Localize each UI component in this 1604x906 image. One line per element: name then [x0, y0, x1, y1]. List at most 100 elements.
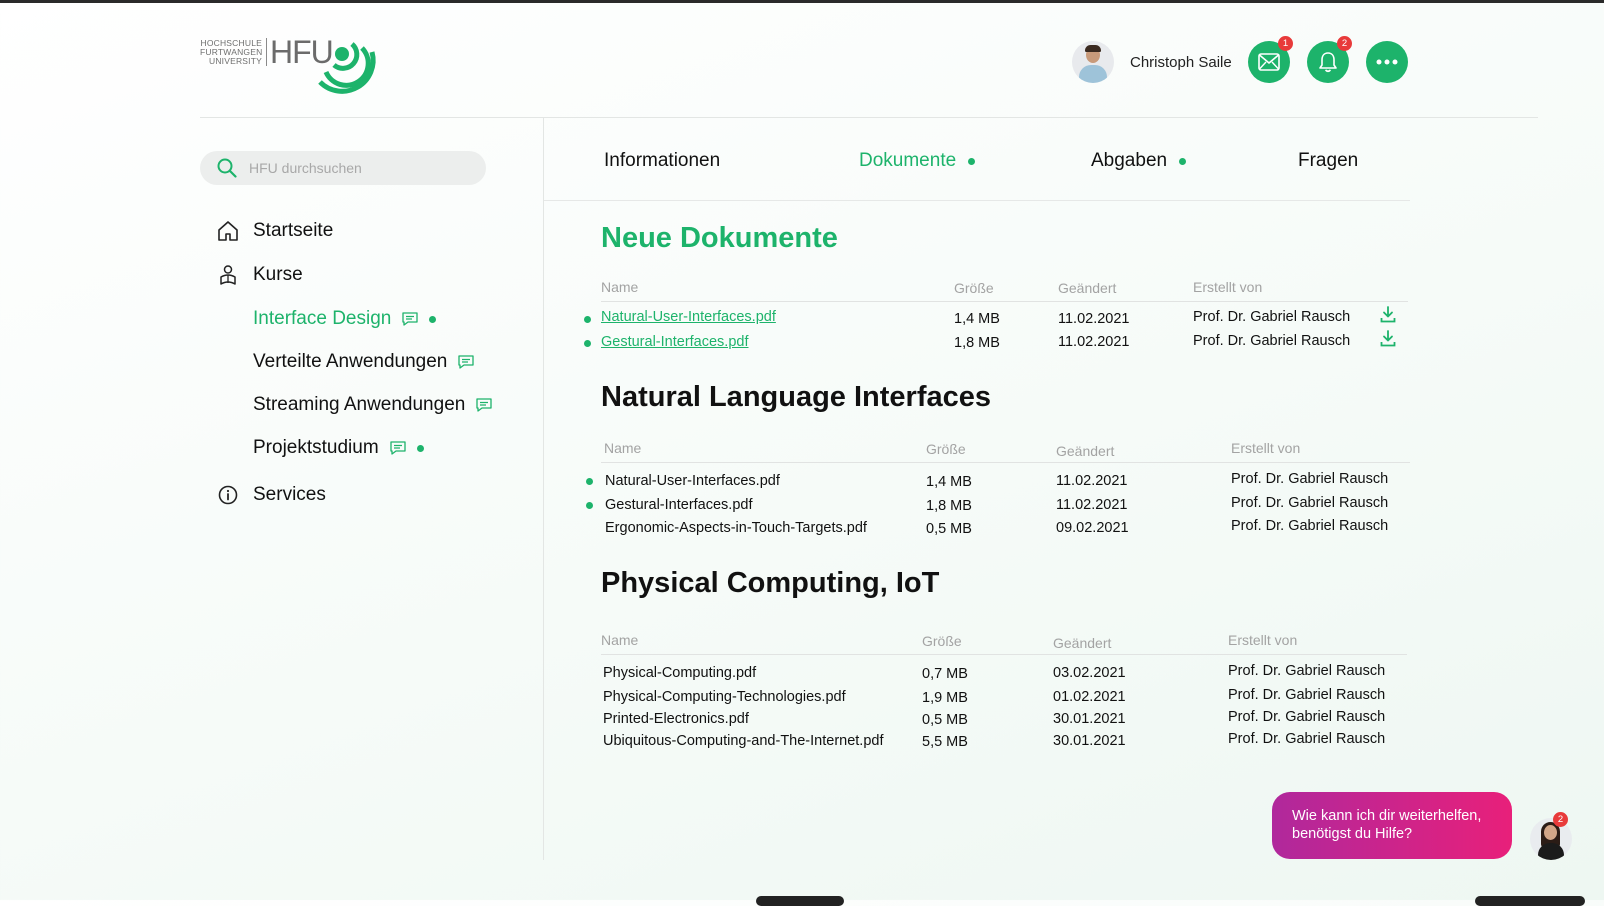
- search-bar[interactable]: [200, 151, 486, 185]
- new-indicator-dot: [584, 340, 591, 347]
- more-icon: [1376, 59, 1398, 65]
- courses-icon: [220, 265, 236, 285]
- new-indicator-dot: [584, 316, 591, 323]
- course-verteilte-anwendungen[interactable]: Verteilte Anwendungen: [253, 351, 475, 373]
- logo-arc-icon: [318, 42, 376, 94]
- notifications-button[interactable]: 2: [1307, 36, 1352, 83]
- file-changed: 01.02.2021: [1053, 689, 1126, 705]
- tab-abgaben[interactable]: Abgaben: [1091, 150, 1187, 172]
- tabs-divider: [544, 200, 1410, 201]
- user-avatar[interactable]: [1072, 41, 1114, 83]
- bell-icon: [1319, 52, 1337, 73]
- assistant-badge: 2: [1553, 812, 1568, 827]
- file-author: Prof. Dr. Gabriel Rausch: [1228, 709, 1386, 725]
- tab-label: Dokumente: [859, 150, 957, 171]
- file-size: 1,4 MB: [954, 311, 1000, 327]
- file-name[interactable]: Gestural-Interfaces.pdf: [605, 497, 753, 513]
- file-size: 1,4 MB: [926, 474, 972, 490]
- table-header-divider: [601, 462, 1410, 463]
- download-icon[interactable]: [1380, 306, 1396, 323]
- home-icon: [218, 221, 238, 241]
- sidebar-item-label: Startseite: [253, 220, 334, 241]
- file-changed: 30.01.2021: [1053, 733, 1126, 749]
- file-link[interactable]: Natural-User-Interfaces.pdf: [601, 309, 776, 325]
- course-interface-design[interactable]: Interface Design: [253, 308, 437, 330]
- new-indicator-dot: [1179, 157, 1187, 165]
- chat-icon[interactable]: [457, 354, 475, 370]
- logo-university-text: HOCHSCHULE FURTWANGEN UNIVERSITY: [200, 39, 262, 66]
- file-size: 1,8 MB: [954, 335, 1000, 351]
- logo-line-3: UNIVERSITY: [208, 56, 262, 66]
- more-button[interactable]: [1366, 41, 1408, 83]
- section-title-natural-language-interfaces: Natural Language Interfaces: [601, 381, 991, 413]
- assistant-message-bubble[interactable]: Wie kann ich dir weiterhelfen, benötigst…: [1272, 792, 1512, 859]
- column-header-changed[interactable]: Geändert: [1053, 635, 1111, 651]
- file-author: Prof. Dr. Gabriel Rausch: [1193, 309, 1351, 325]
- file-changed: 30.01.2021: [1053, 711, 1126, 727]
- course-label: Streaming Anwendungen: [253, 394, 466, 415]
- column-header-size[interactable]: Größe: [954, 280, 994, 296]
- sidebar-item-kurse[interactable]: Kurse: [220, 264, 303, 286]
- file-name[interactable]: Physical-Computing-Technologies.pdf: [603, 689, 846, 705]
- bell-badge: 2: [1337, 36, 1352, 51]
- new-indicator-dot: [416, 444, 424, 452]
- file-author: Prof. Dr. Gabriel Rausch: [1231, 518, 1389, 534]
- new-indicator-dot: [968, 157, 976, 165]
- column-header-size[interactable]: Größe: [926, 441, 966, 457]
- section-title-physical-computing: Physical Computing, IoT: [601, 567, 940, 599]
- chat-icon[interactable]: [475, 397, 493, 413]
- bottom-edge-shape: [1475, 896, 1585, 906]
- sidebar-item-startseite[interactable]: Startseite: [218, 220, 334, 242]
- file-changed: 09.02.2021: [1056, 520, 1129, 536]
- download-icon[interactable]: [1380, 330, 1396, 347]
- search-input[interactable]: [247, 159, 471, 177]
- mail-icon: [1258, 53, 1280, 71]
- file-name[interactable]: Physical-Computing.pdf: [603, 665, 756, 681]
- bottom-edge-shape: [756, 896, 844, 906]
- file-author: Prof. Dr. Gabriel Rausch: [1231, 495, 1389, 511]
- user-profile[interactable]: Christoph Saile: [1072, 41, 1232, 83]
- file-size: 1,8 MB: [926, 498, 972, 514]
- new-indicator-dot: [429, 315, 437, 323]
- file-name[interactable]: Ergonomic-Aspects-in-Touch-Targets.pdf: [605, 520, 867, 536]
- tab-dokumente[interactable]: Dokumente: [859, 150, 976, 172]
- hfu-logo[interactable]: HOCHSCHULE FURTWANGEN UNIVERSITY HFU: [200, 30, 390, 102]
- file-changed: 03.02.2021: [1053, 665, 1126, 681]
- sidebar-item-services[interactable]: Services: [218, 484, 326, 506]
- messages-button[interactable]: 1: [1248, 36, 1293, 83]
- assistant-message-line: Wie kann ich dir weiterhelfen,: [1292, 808, 1482, 824]
- file-changed: 11.02.2021: [1056, 473, 1128, 489]
- file-author: Prof. Dr. Gabriel Rausch: [1228, 663, 1386, 679]
- file-size: 5,5 MB: [922, 734, 968, 750]
- info-icon: [218, 485, 238, 505]
- sidebar-divider: [543, 118, 544, 860]
- file-name[interactable]: Printed-Electronics.pdf: [603, 711, 749, 727]
- assistant-message-line: benötigst du Hilfe?: [1292, 825, 1413, 842]
- column-header-author[interactable]: Erstellt von: [1231, 440, 1300, 456]
- tab-label: Abgaben: [1091, 150, 1168, 171]
- file-name[interactable]: Natural-User-Interfaces.pdf: [605, 473, 780, 489]
- file-size: 0,5 MB: [922, 712, 968, 728]
- column-header-changed[interactable]: Geändert: [1056, 443, 1114, 459]
- tab-fragen[interactable]: Fragen: [1298, 150, 1358, 172]
- chat-icon[interactable]: [401, 311, 419, 327]
- file-name[interactable]: Ubiquitous-Computing-and-The-Internet.pd…: [603, 733, 883, 749]
- column-header-name[interactable]: Name: [601, 632, 638, 648]
- column-header-size[interactable]: Größe: [922, 633, 962, 649]
- column-header-name[interactable]: Name: [604, 440, 641, 456]
- search-icon: [217, 158, 237, 178]
- table-header-divider: [601, 654, 1407, 655]
- column-header-author[interactable]: Erstellt von: [1193, 279, 1262, 295]
- file-author: Prof. Dr. Gabriel Rausch: [1228, 687, 1386, 703]
- file-changed: 11.02.2021: [1058, 334, 1130, 350]
- column-header-changed[interactable]: Geändert: [1058, 280, 1116, 296]
- course-streaming-anwendungen[interactable]: Streaming Anwendungen: [253, 394, 493, 416]
- tab-informationen[interactable]: Informationen: [604, 150, 720, 172]
- chat-icon[interactable]: [389, 440, 407, 456]
- file-link[interactable]: Gestural-Interfaces.pdf: [601, 334, 749, 350]
- column-header-name[interactable]: Name: [601, 279, 638, 295]
- logo-divider: [266, 38, 267, 66]
- column-header-author[interactable]: Erstellt von: [1228, 632, 1297, 648]
- new-indicator-dot: [586, 502, 593, 509]
- course-projektstudium[interactable]: Projektstudium: [253, 437, 424, 459]
